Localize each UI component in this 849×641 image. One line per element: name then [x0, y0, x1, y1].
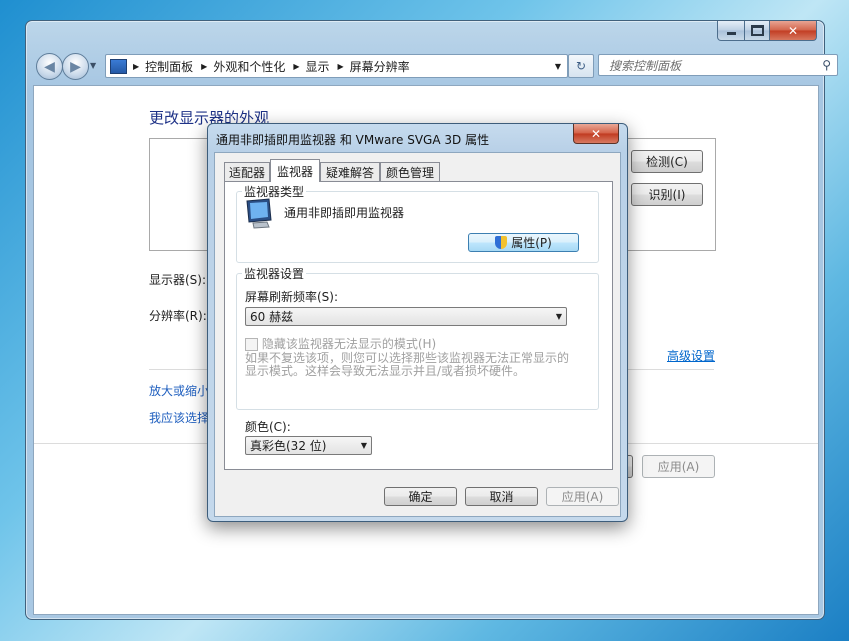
uac-shield-icon — [495, 236, 508, 249]
choose-settings-link[interactable]: 我应该选择 — [149, 409, 209, 426]
crumb-separator-icon: ▶ — [337, 61, 344, 71]
dialog-apply-button: 应用(A) — [546, 487, 619, 506]
recent-pages-dropdown-icon[interactable]: ▼ — [90, 61, 96, 70]
search-box[interactable]: 搜索控制面板 ⚲ — [598, 54, 838, 76]
refresh-rate-label: 屏幕刷新频率(S): — [245, 290, 339, 304]
dialog-body: 适配器 监视器 疑难解答 颜色管理 监视器类型 通用非即插即用监视器 属性(P) — [214, 152, 621, 517]
dialog-title: 通用非即插即用监视器 和 VMware SVGA 3D 属性 — [216, 133, 490, 147]
back-button[interactable]: ◀ — [36, 53, 63, 80]
detect-button[interactable]: 检测(C) — [631, 150, 703, 173]
monitor-name: 通用非即插即用监视器 — [284, 206, 405, 220]
dropdown-arrow-icon: ▼ — [555, 312, 562, 321]
minimize-icon — [726, 32, 736, 35]
hide-modes-label: 隐藏该监视器无法显示的模式(H) — [261, 337, 437, 351]
crumb-separator-icon: ▶ — [293, 61, 300, 71]
back-arrow-icon: ◀ — [44, 58, 55, 75]
tab-monitor[interactable]: 监视器 — [270, 159, 320, 182]
crumb-separator-icon: ▶ — [201, 61, 208, 71]
monitor-settings-group-label: 监视器设置 — [242, 265, 307, 282]
maximize-button[interactable] — [745, 21, 770, 41]
properties-button[interactable]: 属性(P) — [468, 233, 579, 252]
monitor-icon — [245, 198, 273, 229]
caption-buttons: ✕ — [717, 21, 817, 41]
close-icon: ✕ — [590, 126, 602, 141]
search-icon[interactable]: ⚲ — [822, 58, 831, 72]
refresh-icon: ↻ — [575, 59, 587, 73]
monitor-properties-dialog: 通用非即插即用监视器 和 VMware SVGA 3D 属性 ✕ 适配器 监视器… — [207, 123, 628, 522]
resolution-label: 分辨率(R): — [149, 309, 207, 323]
refresh-rate-value: 60 赫兹 — [250, 310, 294, 324]
address-dropdown-icon[interactable]: ▼ — [555, 62, 561, 71]
maximize-icon — [750, 25, 764, 36]
colors-select[interactable]: 真彩色(32 位) ▼ — [245, 436, 372, 455]
breadcrumb-display[interactable]: 显示 — [306, 58, 330, 75]
breadcrumb-appearance[interactable]: 外观和个性化 — [213, 58, 285, 75]
breadcrumb-screen-resolution[interactable]: 屏幕分辨率 — [350, 58, 410, 75]
search-input[interactable]: 搜索控制面板 — [609, 57, 681, 74]
tab-troubleshoot[interactable]: 疑难解答 — [320, 162, 380, 181]
colors-value: 真彩色(32 位) — [250, 439, 327, 453]
dropdown-arrow-icon: ▼ — [360, 441, 367, 450]
forward-arrow-icon: ▶ — [70, 58, 81, 75]
address-bar[interactable]: ▶ 控制面板 ▶ 外观和个性化 ▶ 显示 ▶ 屏幕分辨率 ▼ — [105, 54, 568, 78]
refresh-button[interactable]: ↻ — [568, 54, 594, 78]
identify-button[interactable]: 识别(I) — [631, 183, 703, 206]
display-label: 显示器(S): — [149, 273, 207, 287]
dialog-close-button[interactable]: ✕ — [573, 124, 619, 144]
forward-button[interactable]: ▶ — [62, 53, 89, 80]
hide-modes-row: 隐藏该监视器无法显示的模式(H) — [245, 338, 436, 351]
ok-button[interactable]: 确定 — [384, 487, 457, 506]
enlarge-text-link[interactable]: 放大或缩小 — [149, 382, 209, 399]
close-button[interactable]: ✕ — [770, 21, 817, 41]
close-icon: ✕ — [787, 23, 799, 38]
advanced-settings-link[interactable]: 高级设置 — [667, 347, 715, 364]
hide-modes-description-line2: 显示模式。这样会导致无法显示并且/或者损坏硬件。 — [245, 364, 526, 378]
colors-label: 颜色(C): — [245, 420, 291, 434]
tab-adapter[interactable]: 适配器 — [224, 162, 270, 181]
monitor-tab-page: 监视器类型 通用非即插即用监视器 属性(P) 监视器设置 屏幕刷新频率(S): … — [224, 181, 613, 470]
refresh-rate-select[interactable]: 60 赫兹 ▼ — [245, 307, 567, 326]
apply-button: 应用(A) — [642, 455, 715, 478]
minimize-button[interactable] — [717, 21, 745, 41]
cancel-button[interactable]: 取消 — [465, 487, 538, 506]
crumb-separator-icon: ▶ — [133, 61, 140, 71]
monitor-type-group — [236, 191, 599, 263]
control-panel-icon — [110, 58, 127, 74]
tab-color-management[interactable]: 颜色管理 — [380, 162, 440, 181]
properties-button-label: 属性(P) — [511, 236, 552, 250]
breadcrumb-control-panel[interactable]: 控制面板 — [145, 58, 193, 75]
hide-modes-checkbox[interactable] — [245, 338, 258, 351]
